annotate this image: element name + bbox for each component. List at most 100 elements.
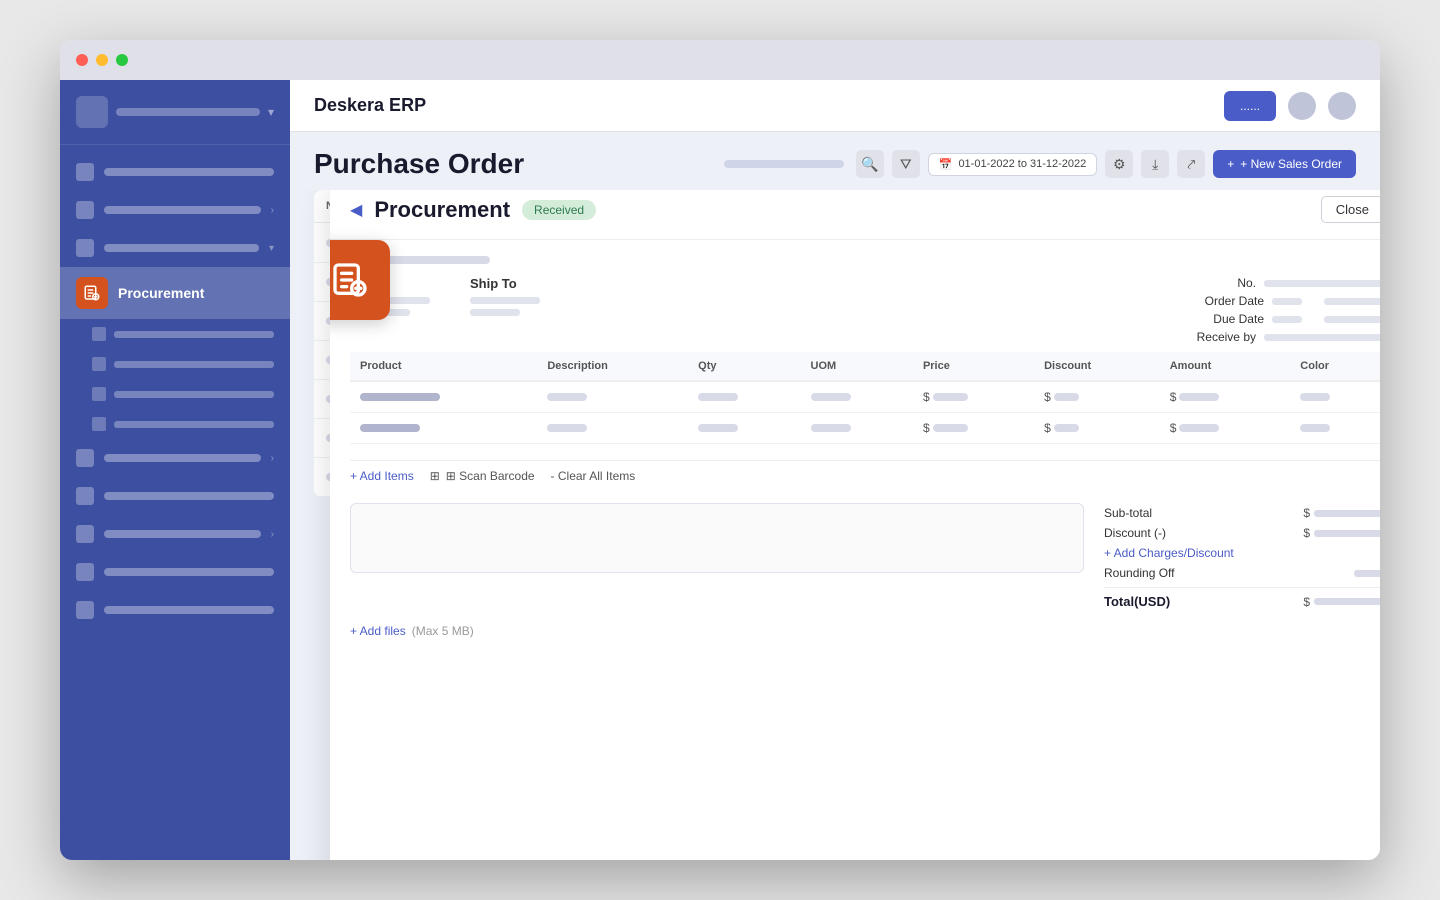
order-ref-area: No. Order Date Due D	[1144, 276, 1380, 344]
sidebar: ▾ › ▾	[60, 80, 290, 860]
sidebar-item-1[interactable]	[60, 153, 290, 191]
settings-icon[interactable]: ⚙	[1105, 150, 1133, 178]
col-description[interactable]: Description	[537, 352, 688, 381]
meta-due-date-row: Due Date	[1184, 312, 1380, 326]
items-footer: + Add Items ⊞ ⊞ Scan Barcode - Clear All…	[350, 460, 1380, 491]
due-date-value-1	[1272, 316, 1302, 323]
receive-by-label: Receive by	[1176, 330, 1256, 344]
search-icon[interactable]: 🔍	[856, 150, 884, 178]
subtotal-row: Sub-total $	[1104, 503, 1380, 523]
col-amount[interactable]: Amount	[1160, 352, 1291, 381]
sidebar-item-7[interactable]	[60, 553, 290, 591]
col-qty[interactable]: Qty	[688, 352, 800, 381]
chevron-right-icon: ›	[271, 205, 274, 216]
sidebar-item-3[interactable]: ▾	[60, 229, 290, 267]
sidebar-subitem-3[interactable]	[60, 379, 290, 409]
sidebar-item-6[interactable]: ›	[60, 515, 290, 553]
sidebar-icon-4	[76, 449, 94, 467]
filter-icon[interactable]: ⛛	[892, 150, 920, 178]
clear-items-link[interactable]: - Clear All Items	[551, 469, 636, 483]
notes-textarea[interactable]	[350, 503, 1084, 573]
sidebar-icon-6	[76, 525, 94, 543]
table-area: Number Contact P.O. Date Due Date Total …	[290, 190, 1380, 860]
meta-no-row: No.	[1176, 276, 1380, 290]
sidebar-item-5[interactable]	[60, 477, 290, 515]
date-range[interactable]: 📅 01-01-2022 to 31-12-2022	[928, 153, 1098, 176]
sidebar-subitem-4[interactable]	[60, 409, 290, 439]
no-label: No.	[1176, 276, 1256, 290]
procurement-label: Procurement	[118, 285, 204, 301]
item-row-2[interactable]: $ $	[350, 413, 1380, 444]
detail-panel: ◀ Procurement Received Close	[330, 190, 1380, 860]
panel-top-row: Bill To Ship To	[350, 276, 1380, 344]
subitem-icon-2	[92, 357, 106, 371]
panel-close-button[interactable]: Close	[1321, 196, 1380, 223]
sidebar-icon-3	[76, 239, 94, 257]
maximize-traffic-light[interactable]	[116, 54, 128, 66]
top-bar: Deskera ERP ......	[290, 80, 1380, 132]
top-bar-button[interactable]: ......	[1224, 91, 1276, 121]
add-files-link[interactable]: + Add files	[350, 624, 406, 638]
ship-address-line-1	[470, 297, 540, 304]
chevron-right-icon-3: ›	[271, 529, 274, 540]
sidebar-expand-icon[interactable]: ▾	[268, 105, 274, 119]
sidebar-item-procurement[interactable]: Procurement	[60, 267, 290, 319]
notification-icon[interactable]	[1288, 92, 1316, 120]
file-attach: + Add files (Max 5 MB)	[350, 624, 1380, 638]
add-items-link[interactable]: + Add Items	[350, 469, 414, 483]
panel-status-badge: Received	[522, 200, 596, 220]
subitem-icon-4	[92, 417, 106, 431]
barcode-icon: ⊞	[430, 469, 440, 483]
sidebar-item-4[interactable]: ›	[60, 439, 290, 477]
sidebar-icon-8	[76, 601, 94, 619]
discount-label: Discount (-)	[1104, 526, 1166, 540]
receive-by-value	[1264, 334, 1380, 341]
discount-bar	[1314, 530, 1380, 537]
scan-barcode-link[interactable]: ⊞ ⊞ Scan Barcode	[430, 469, 535, 483]
items-table: Product Description Qty UOM Price Discou…	[350, 352, 1380, 444]
col-uom[interactable]: UOM	[801, 352, 913, 381]
rounding-label: Rounding Off	[1104, 566, 1175, 580]
meta-receive-by-row: Receive by	[1176, 330, 1380, 344]
panel-back-button[interactable]: ◀	[350, 200, 362, 220]
discount-row: Discount (-) $	[1104, 523, 1380, 543]
new-sales-order-button[interactable]: + + New Sales Order	[1213, 150, 1356, 178]
total-label: Total(USD)	[1104, 594, 1170, 609]
col-price[interactable]: Price	[913, 352, 1034, 381]
total-bar	[1314, 598, 1380, 605]
subtotal-label: Sub-total	[1104, 506, 1152, 520]
download-icon[interactable]: ⤓	[1141, 150, 1169, 178]
chevron-right-icon-2: ›	[271, 453, 274, 464]
panel-header: ◀ Procurement Received Close	[330, 190, 1380, 240]
subitem-icon-1	[92, 327, 106, 341]
sidebar-item-8[interactable]	[60, 591, 290, 629]
add-charges-row: + Add Charges/Discount	[1104, 543, 1380, 563]
page-header: Purchase Order 🔍 ⛛ 📅 01-01-2022 to 31-12…	[290, 132, 1380, 190]
minimize-traffic-light[interactable]	[96, 54, 108, 66]
search-bar-placeholder	[724, 160, 844, 168]
share-icon[interactable]: ⤤	[1177, 150, 1205, 178]
sidebar-nav: › ▾	[60, 145, 290, 860]
ship-address-line-2	[470, 309, 520, 316]
rounding-row: Rounding Off	[1104, 563, 1380, 583]
col-product[interactable]: Product	[350, 352, 537, 381]
col-color[interactable]: Color	[1290, 352, 1380, 381]
close-traffic-light[interactable]	[76, 54, 88, 66]
sidebar-icon-1	[76, 163, 94, 181]
col-discount[interactable]: Discount	[1034, 352, 1160, 381]
sidebar-logo	[76, 96, 108, 128]
add-charges-link[interactable]: + Add Charges/Discount	[1104, 546, 1234, 560]
ship-to-section: Ship To	[470, 276, 540, 321]
item-row-1[interactable]: $ $	[350, 381, 1380, 413]
sidebar-icon-7	[76, 563, 94, 581]
rounding-value	[1354, 570, 1380, 577]
bill-ship-area: Bill To Ship To	[350, 276, 1144, 344]
user-avatar[interactable]	[1328, 92, 1356, 120]
sidebar-subitem-1[interactable]	[60, 319, 290, 349]
total-value: $	[1303, 595, 1380, 609]
calendar-icon: 📅	[939, 158, 953, 171]
sidebar-item-2[interactable]: ›	[60, 191, 290, 229]
sidebar-subitem-2[interactable]	[60, 349, 290, 379]
ship-to-label: Ship To	[470, 276, 540, 291]
due-date-label: Due Date	[1184, 312, 1264, 326]
